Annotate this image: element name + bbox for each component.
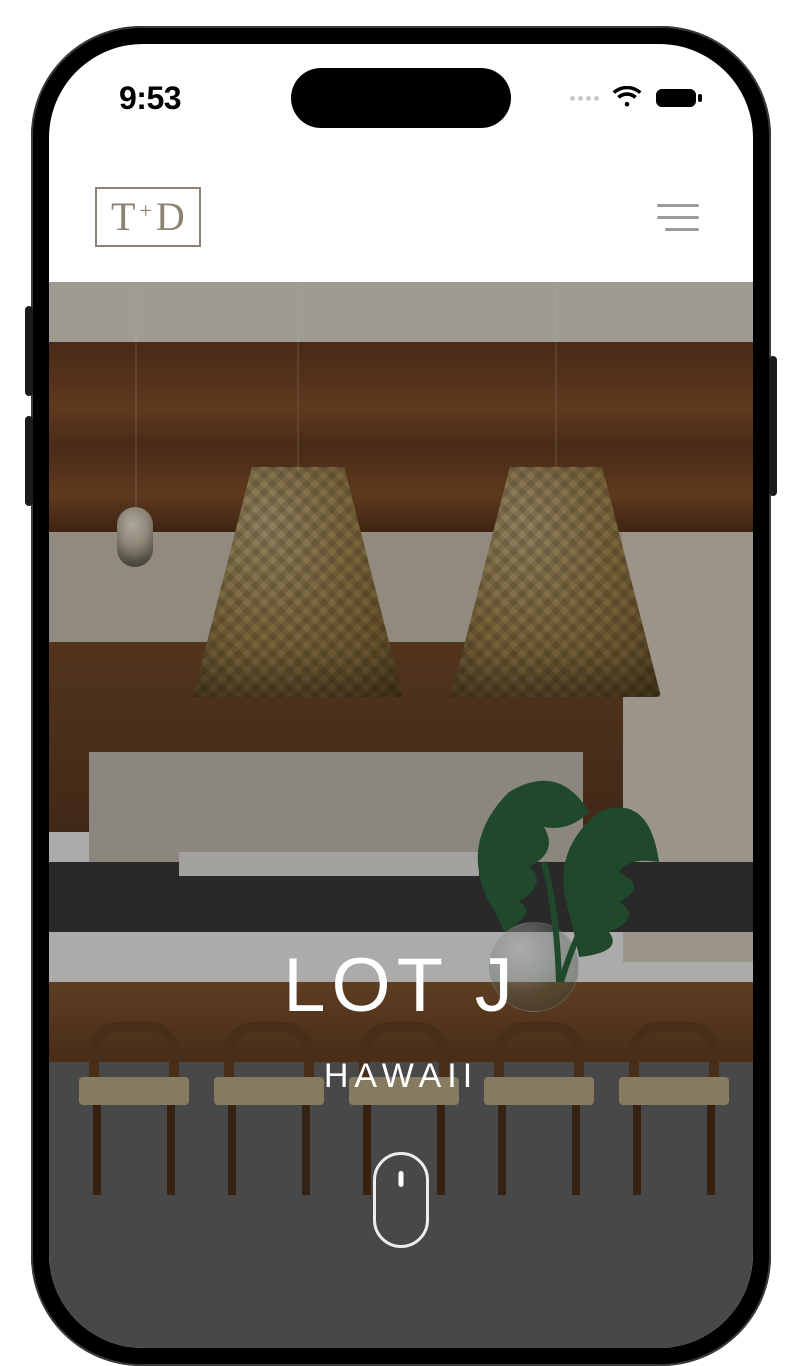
hamburger-line-icon bbox=[665, 228, 699, 231]
hamburger-line-icon bbox=[657, 204, 699, 207]
hamburger-line-icon bbox=[657, 216, 699, 219]
menu-button[interactable] bbox=[649, 196, 707, 239]
brand-logo[interactable]: T + D bbox=[95, 187, 201, 247]
screen: 9:53 bbox=[49, 44, 753, 1348]
battery-icon bbox=[655, 86, 703, 110]
status-time: 9:53 bbox=[119, 80, 181, 117]
dynamic-island bbox=[291, 68, 511, 128]
app-header: T + D bbox=[49, 152, 753, 282]
volume-down-button[interactable] bbox=[25, 416, 33, 506]
hero-section: LOT J HAWAII bbox=[49, 282, 753, 1348]
logo-letter-left: T bbox=[111, 197, 135, 237]
hero-title: LOT J bbox=[49, 942, 753, 1029]
hero-subtitle: HAWAII bbox=[49, 1057, 753, 1096]
logo-plus-icon: + bbox=[139, 200, 151, 222]
volume-up-button[interactable] bbox=[25, 306, 33, 396]
cellular-dots-icon bbox=[570, 96, 599, 101]
device-frame: 9:53 bbox=[31, 26, 771, 1366]
status-right bbox=[570, 86, 703, 110]
wifi-icon bbox=[611, 86, 643, 110]
logo-letter-right: D bbox=[156, 197, 185, 237]
hero-text: LOT J HAWAII bbox=[49, 942, 753, 1096]
power-button[interactable] bbox=[769, 356, 777, 496]
scroll-down-icon[interactable] bbox=[373, 1152, 429, 1248]
